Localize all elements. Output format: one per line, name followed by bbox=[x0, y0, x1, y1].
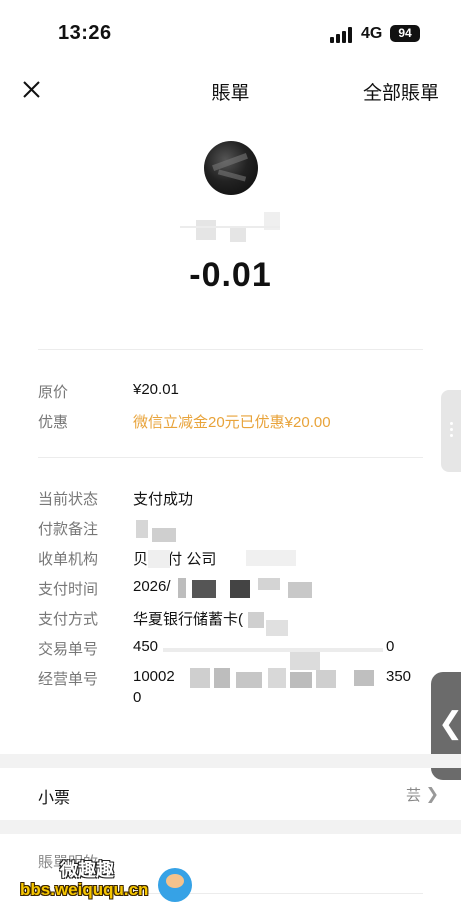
detail-label: 支付时间 bbox=[38, 581, 99, 598]
original-price-row: 原价 ¥20.01 bbox=[38, 381, 428, 401]
signal-icon bbox=[330, 27, 354, 43]
detail-value: 贝 支付 公司 bbox=[133, 551, 217, 568]
detail-row-transaction-id: 交易单号 450 0 bbox=[38, 638, 428, 658]
network-type: 4G bbox=[361, 25, 383, 42]
watermark-mascot bbox=[158, 868, 192, 902]
battery-icon: 94 bbox=[390, 25, 420, 42]
discount-label: 优惠 bbox=[38, 414, 69, 431]
detail-value-end: 350 bbox=[386, 668, 412, 685]
watermark-brand: 微趣趣 bbox=[60, 860, 114, 880]
detail-row-status: 当前状态 支付成功 bbox=[38, 488, 428, 508]
detail-row-remark: 付款备注 bbox=[38, 518, 428, 542]
merchant-avatar bbox=[204, 141, 258, 195]
receipt-value: 芸 bbox=[405, 787, 421, 804]
receipt-row[interactable]: 小票 芸 ❯ bbox=[0, 768, 461, 818]
detail-label: 支付方式 bbox=[38, 611, 99, 628]
detail-value-line2: 0 bbox=[133, 689, 142, 706]
watermark-site: bbs.weiququ.cn bbox=[20, 880, 149, 899]
detail-value-end: 0 bbox=[386, 638, 395, 655]
detail-row-acquirer: 收单机构 贝 支付 公司 bbox=[38, 548, 428, 568]
detail-row-time: 支付时间 2026/ bbox=[38, 578, 428, 598]
side-menu-handle[interactable] bbox=[441, 390, 461, 472]
original-price-label: 原价 bbox=[38, 384, 69, 401]
status-bar: 13:26 4G 94 bbox=[0, 0, 461, 70]
detail-label: 交易单号 bbox=[38, 641, 99, 658]
detail-value: 2026/ bbox=[133, 578, 171, 595]
all-bills-link[interactable]: 全部賬單 bbox=[363, 78, 439, 105]
section-gap bbox=[0, 754, 461, 768]
detail-row-merchant-order: 经营单号 10002 350 0 bbox=[38, 652, 428, 712]
receipt-label: 小票 bbox=[38, 790, 71, 807]
divider bbox=[38, 457, 423, 458]
payment-amount: -0.01 bbox=[189, 256, 272, 294]
original-price-value: ¥20.01 bbox=[133, 381, 179, 398]
detail-value: 450 bbox=[133, 638, 159, 655]
status-time: 13:26 bbox=[58, 22, 112, 44]
discount-value: 微信立减金20元已优惠¥20.00 bbox=[133, 414, 331, 431]
detail-row-method: 支付方式 华夏银行储蓄卡( bbox=[38, 608, 428, 636]
divider bbox=[38, 349, 423, 350]
chevron-right-icon: ❯ bbox=[425, 786, 439, 803]
discount-row: 优惠 微信立减金20元已优惠¥20.00 bbox=[38, 411, 428, 431]
detail-label: 付款备注 bbox=[38, 521, 99, 538]
detail-value: 华夏银行储蓄卡( bbox=[133, 611, 243, 628]
merchant-name-redacted bbox=[180, 212, 285, 242]
chevron-left-icon: ❮ bbox=[438, 707, 461, 740]
section-gap bbox=[0, 820, 461, 834]
detail-value: 支付成功 bbox=[133, 491, 194, 508]
detail-label: 经营单号 bbox=[38, 671, 99, 688]
nav-bar: 賬單 全部賬單 bbox=[0, 70, 461, 110]
detail-value: 10002 bbox=[133, 668, 175, 685]
detail-label: 当前状态 bbox=[38, 491, 99, 508]
detail-label: 收单机构 bbox=[38, 551, 99, 568]
